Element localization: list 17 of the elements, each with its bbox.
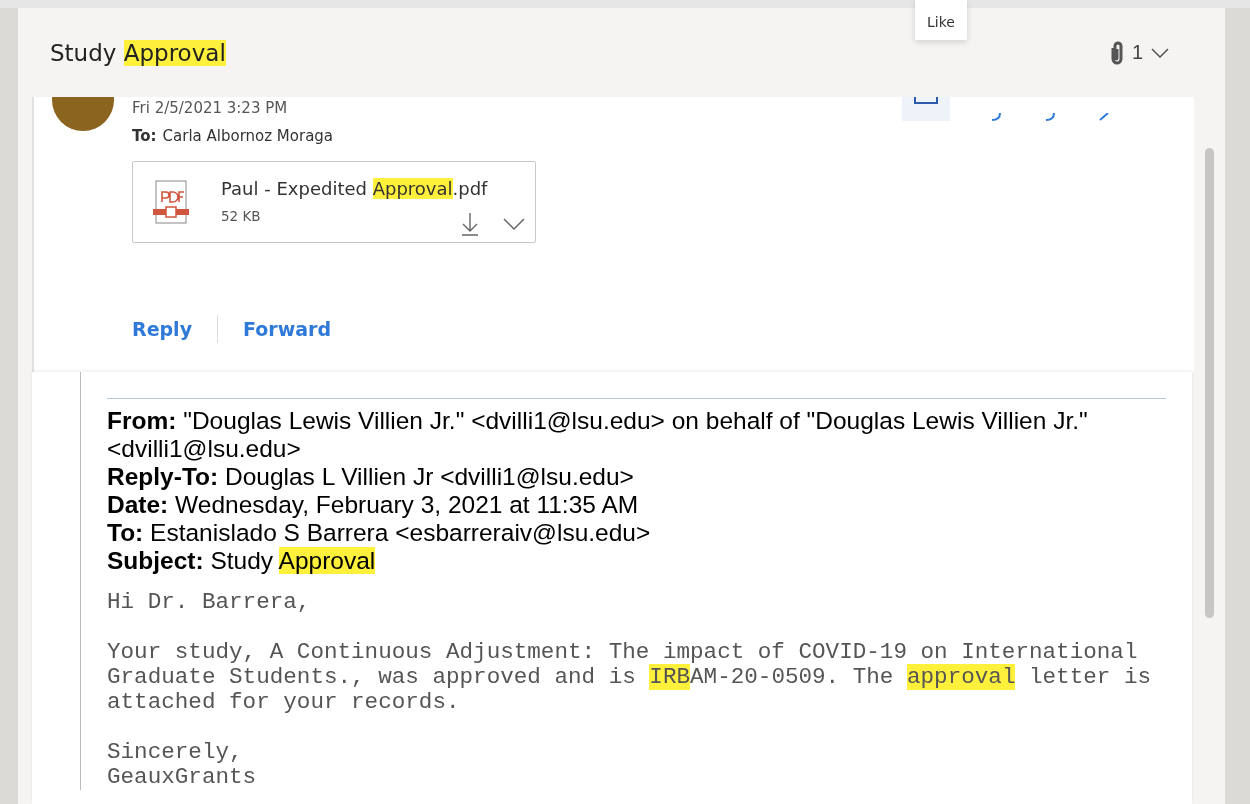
to-label: To: bbox=[132, 127, 157, 145]
header-line: Reply-To: Douglas L Villien Jr <dvilli1@lsu.edu> bbox=[107, 463, 635, 491]
like-tooltip: Like bbox=[915, 0, 967, 40]
header-line: From: "Douglas Lewis Villien Jr." <dvilli1@lsu.edu> on behalf of "Douglas Lewis Villien Jr." <dvilli1@lsu.edu> bbox=[107, 407, 1089, 463]
action-link[interactable]: Forward bbox=[243, 318, 331, 340]
header-line: To: Estanislado S Barrera <esbarreraiv@lsu.edu> bbox=[107, 519, 652, 547]
message-date: Fri 2/5/2021 3:23 PM bbox=[132, 99, 288, 117]
email-subject: Study Approval bbox=[50, 39, 227, 66]
body-paragraph: Sincerely, GeauxGrants bbox=[107, 740, 258, 790]
header-line: Date: Wednesday, February 3, 2021 at 11:35 AM bbox=[107, 491, 640, 519]
body-paragraph: Hi Dr. Barrera, bbox=[107, 590, 312, 615]
action-link[interactable]: Reply bbox=[132, 318, 192, 340]
attachment-size: 52 KB bbox=[221, 208, 262, 224]
recipient-name: Carla Albornoz Moraga bbox=[162, 127, 334, 145]
attachment-count[interactable]: 1 bbox=[1131, 41, 1143, 64]
attachment-card[interactable]: Paul - Expedited Approval.pdf 52 KB bbox=[132, 161, 536, 243]
attachment-name: Paul - Expedited Approval.pdf bbox=[221, 178, 488, 199]
